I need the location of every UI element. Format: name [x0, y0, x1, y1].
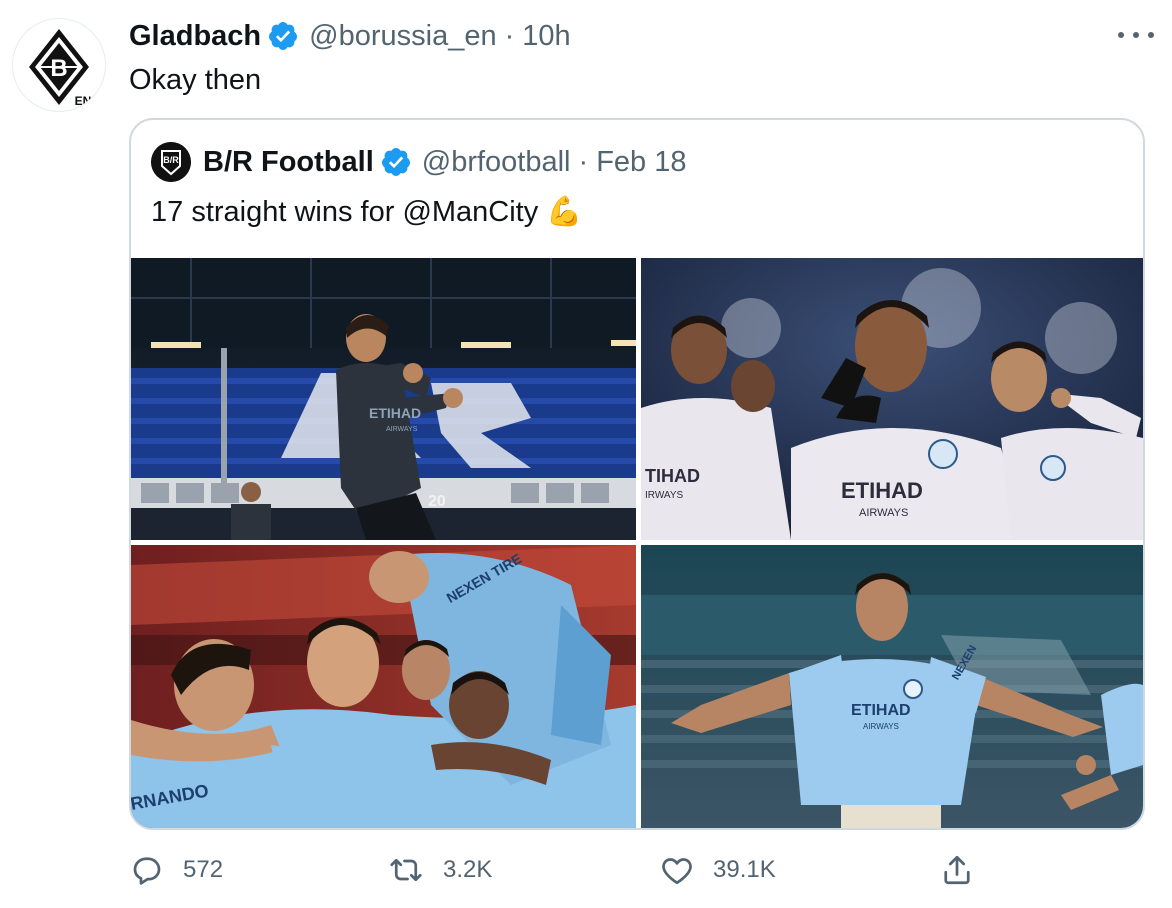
quoted-author-avatar: B/R [151, 142, 191, 182]
reply-count: 572 [183, 856, 224, 883]
svg-text:ETIHAD: ETIHAD [841, 478, 923, 503]
author-display-name[interactable]: Gladbach [129, 20, 261, 53]
svg-text:ETIHAD: ETIHAD [851, 702, 911, 719]
photo-1[interactable]: ETIHAD AIRWAYS 20 [131, 258, 636, 540]
retweet-button[interactable]: 3.2K [387, 848, 492, 892]
author-avatar[interactable]: B EN [12, 18, 106, 112]
gladbach-logo: B EN [29, 29, 92, 108]
separator-dot: · [578, 145, 589, 178]
photo-grid: ETIHAD AIRWAYS 20 TIHAD IRWAYS ETIHAD AI… [131, 258, 1143, 828]
reply-icon [133, 857, 161, 885]
tweet-text: Okay then [129, 64, 262, 96]
svg-text:AIRWAYS: AIRWAYS [863, 722, 899, 731]
svg-text:20: 20 [428, 493, 446, 510]
separator-dot: · [504, 19, 515, 52]
br-logo: B/R [151, 142, 191, 182]
like-button[interactable]: 39.1K [659, 848, 776, 892]
photo-3[interactable]: NEXEN TIRE RNANDO [131, 545, 636, 828]
heart-icon [662, 858, 692, 885]
svg-text:EN: EN [75, 94, 92, 108]
quoted-author-handle[interactable]: @brfootball [422, 146, 571, 179]
retweet-icon [390, 858, 422, 882]
photo-4[interactable]: ETIHAD AIRWAYS NEXEN [641, 545, 1143, 828]
quoted-tweet-header: B/R B/R Football @brfootball · Feb 18 [151, 140, 686, 184]
svg-text:AIRWAYS: AIRWAYS [859, 507, 908, 519]
tweet-header: Gladbach @borussia_en · 10h [129, 16, 571, 56]
quoted-tweet-date[interactable]: Feb 18 [596, 146, 686, 179]
retweet-count: 3.2K [443, 856, 493, 883]
svg-text:B/R: B/R [163, 155, 179, 165]
svg-text:IRWAYS: IRWAYS [645, 490, 683, 501]
reply-button[interactable]: 572 [129, 848, 223, 892]
share-icon [944, 855, 970, 885]
action-bar: 572 3.2K 39.1K [129, 848, 989, 892]
svg-text:AIRWAYS: AIRWAYS [386, 426, 418, 433]
like-count: 39.1K [713, 856, 776, 883]
svg-text:TIHAD: TIHAD [645, 466, 700, 486]
author-handle[interactable]: @borussia_en [309, 20, 496, 53]
verified-badge-icon [381, 148, 410, 176]
tweet[interactable]: B EN Gladbach @borussia_en · 10h Okay th… [0, 0, 1172, 908]
verified-badge-icon [269, 22, 298, 50]
photo-2[interactable]: TIHAD IRWAYS ETIHAD AIRWAYS [641, 258, 1143, 540]
more-dots-icon[interactable] [1118, 20, 1154, 50]
quoted-tweet[interactable]: B/R B/R Football @brfootball · Feb 18 17… [129, 118, 1145, 830]
tweet-timestamp[interactable]: 10h [522, 20, 570, 53]
share-button[interactable] [939, 848, 993, 892]
quoted-author-display-name[interactable]: B/R Football [203, 146, 374, 179]
quoted-tweet-text: 17 straight wins for @ManCity 💪 [151, 196, 583, 228]
svg-text:ETIHAD: ETIHAD [369, 405, 421, 421]
svg-text:B: B [50, 55, 67, 82]
